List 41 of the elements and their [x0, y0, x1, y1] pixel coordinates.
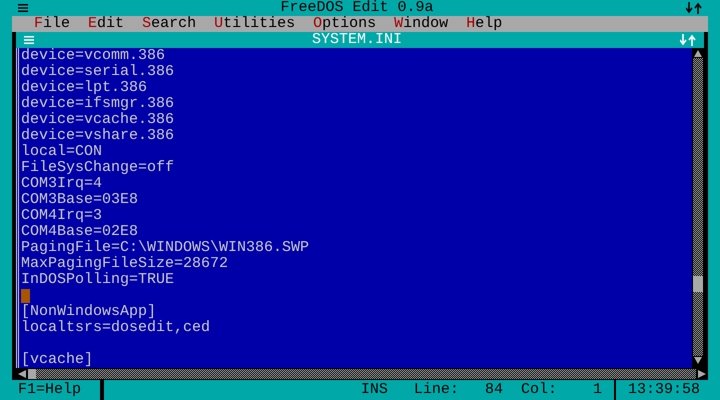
- menu-item[interactable]: Search: [142, 16, 196, 32]
- code-line: PagingFile=C:\WINDOWS\WIN386.SWP: [21, 240, 310, 256]
- horizontal-scrollbar[interactable]: [16, 368, 708, 380]
- code-line: device=vshare.386: [21, 128, 174, 144]
- code-line: InDOSPolling=TRUE: [21, 272, 174, 288]
- code-line: MaxPagingFileSize=28672: [21, 256, 228, 272]
- resize-arrows-icon[interactable]: [686, 2, 702, 14]
- column-number: 1: [592, 382, 602, 398]
- menu-item[interactable]: File: [34, 16, 70, 32]
- menu-item[interactable]: Edit: [88, 16, 124, 32]
- vertical-scrollbar[interactable]: [692, 48, 704, 366]
- code-line: device=vcomm.386: [21, 48, 166, 64]
- code-line: COM3Base=03E8: [21, 192, 138, 208]
- code-line: [vcache]: [21, 352, 94, 368]
- insert-mode: INS: [360, 382, 388, 398]
- clock-time: 13:39:58: [626, 382, 701, 398]
- code-line: COM4Irq=3: [21, 208, 102, 224]
- code-line: device=lpt.386: [21, 80, 148, 96]
- menu-item[interactable]: Help: [466, 16, 502, 32]
- line-number: 84: [484, 382, 503, 398]
- text-area[interactable]: [16, 48, 692, 368]
- menu-item[interactable]: Utilities: [214, 16, 296, 32]
- line-label: Line:: [414, 382, 459, 398]
- code-line: [NonWindowsApp]: [21, 304, 156, 320]
- window-title: FreeDOS Edit 0.9a: [279, 0, 435, 16]
- text-cursor: [21, 289, 30, 303]
- code-line: FileSysChange=off: [21, 160, 174, 176]
- scroll-arrows-icon[interactable]: [680, 34, 696, 46]
- document-title: SYSTEM.INI: [310, 32, 403, 48]
- code-line: device=vcache.386: [21, 112, 174, 128]
- code-line: device=ifsmgr.386: [21, 96, 174, 112]
- menu-item[interactable]: Window: [394, 16, 448, 32]
- menu-icon[interactable]: [18, 3, 28, 13]
- code-line: COM3Irq=4: [21, 176, 102, 192]
- code-line: device=serial.386: [21, 64, 174, 80]
- code-line: localtsrs=dosedit,ced: [21, 320, 210, 336]
- column-label: Col:: [520, 382, 557, 398]
- code-line: COM4Base=02E8: [21, 224, 138, 240]
- menu-item[interactable]: Options: [313, 16, 376, 32]
- help-hint: F1=Help: [17, 380, 82, 400]
- code-line: local=CON: [21, 144, 102, 160]
